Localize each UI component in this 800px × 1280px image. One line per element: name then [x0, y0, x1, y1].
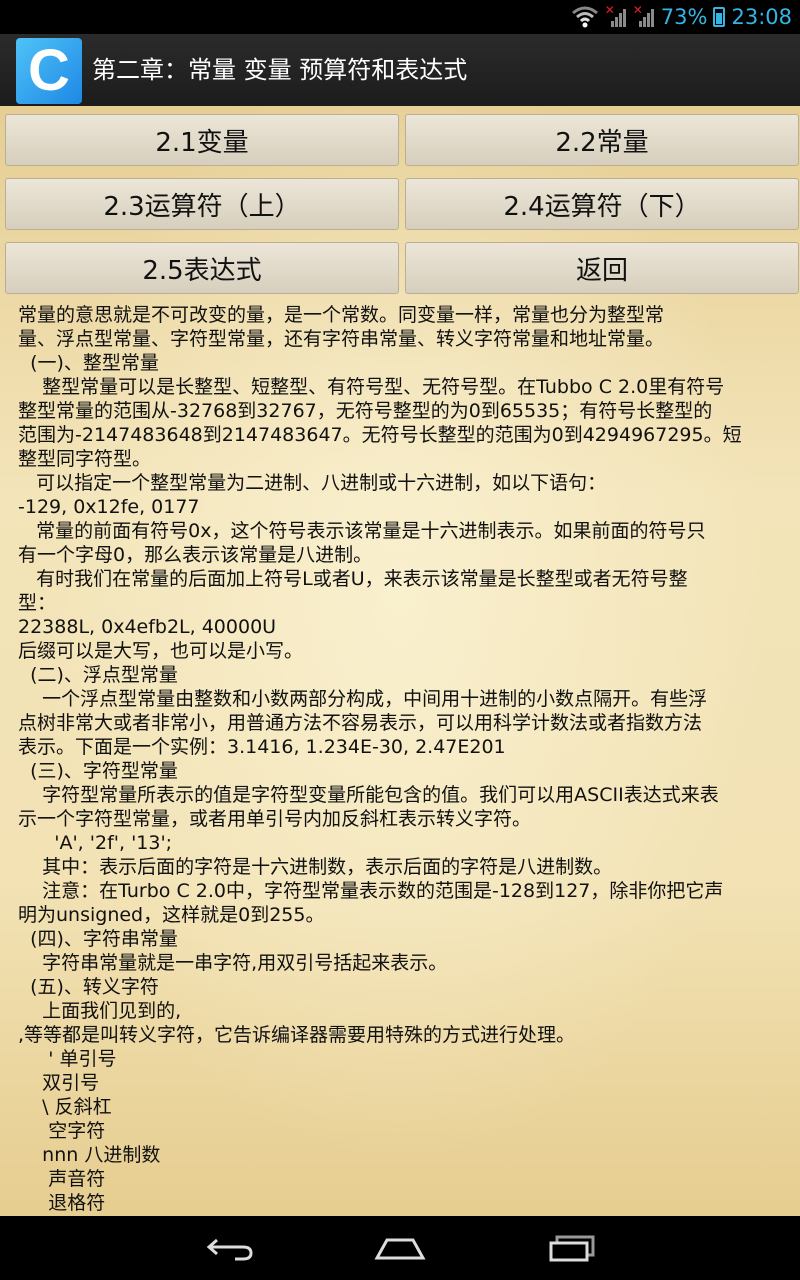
app-logo-letter: C	[28, 38, 70, 103]
battery-icon	[713, 7, 726, 27]
status-bar: ✕ ✕ 73% 23:08	[0, 0, 800, 34]
text-line: (二)、浮点型常量	[18, 664, 178, 686]
recent-apps-icon[interactable]	[547, 1234, 597, 1262]
action-bar: C 第二章：常量 变量 预算符和表达式	[0, 34, 800, 108]
text-line: 表示。下面是一个实例：3.1416, 1.234E-30, 2.47E201	[18, 736, 506, 758]
text-line: 整型同字符型。	[18, 448, 152, 470]
back-icon[interactable]	[205, 1234, 255, 1262]
text-line: 双引号	[18, 1072, 100, 1094]
text-line: nnn 八进制数	[18, 1144, 161, 1166]
signal-icon-1: ✕	[605, 3, 627, 27]
status-icons: ✕ ✕ 73% 23:08	[571, 0, 792, 34]
text-line: (四)、字符串常量	[18, 928, 178, 950]
text-line: 有时我们在常量的后面加上符号L或者U，来表示该常量是长整型或者无符号整	[18, 568, 688, 590]
text-line: 其中：表示后面的字符是十六进制数，表示后面的字符是八进制数。	[18, 856, 613, 878]
text-line: 常量的前面有符号0x，这个符号表示该常量是十六进制表示。如果前面的符号只	[18, 520, 706, 542]
text-line: (一)、整型常量	[18, 352, 159, 374]
section-2-4-button[interactable]: 2.4运算符（下）	[405, 178, 799, 230]
text-line: \ 反斜杠	[18, 1096, 112, 1118]
navigation-bar	[0, 1216, 800, 1280]
home-icon[interactable]	[373, 1234, 427, 1262]
content-area: 2.1变量 2.2常量 2.3运算符（上） 2.4运算符（下） 2.5表达式 返…	[0, 106, 800, 1216]
text-line: 一个浮点型常量由整数和小数两部分构成，中间用十进制的小数点隔开。有些浮	[18, 688, 708, 710]
text-line: 后缀可以是大写，也可以是小写。	[18, 640, 304, 662]
text-line: 量、浮点型常量、字符型常量，还有字符串常量、转义字符常量和地址常量。	[18, 328, 665, 350]
text-line: 'A', '2f', '13';	[18, 832, 173, 854]
section-2-1-button[interactable]: 2.1变量	[5, 114, 399, 166]
section-2-5-button[interactable]: 2.5表达式	[5, 242, 399, 294]
section-2-3-button[interactable]: 2.3运算符（上）	[5, 178, 399, 230]
text-line: 型：	[18, 592, 57, 614]
text-line: 空字符	[18, 1120, 106, 1142]
text-line: 点树非常大或者非常小，用普通方法不容易表示，可以用科学计数法或者指数方法	[18, 712, 703, 734]
section-2-2-button[interactable]: 2.2常量	[405, 114, 799, 166]
text-line: ,等等都是叫转义字符，它告诉编译器需要用特殊的方式进行处理。	[18, 1024, 576, 1046]
page-title: 第二章：常量 变量 预算符和表达式	[92, 56, 468, 84]
clock: 23:08	[731, 5, 792, 29]
text-line: 退格符	[18, 1192, 106, 1214]
text-line: 示一个字符型常量，或者用单引号内加反斜杠表示转义字符。	[18, 808, 532, 830]
signal-icon-2: ✕	[633, 3, 655, 27]
text-line: 范围为-2147483648到2147483647。无符号长整型的范围为0到42…	[18, 424, 742, 446]
article-text: 常量的意思就是不可改变的量，是一个常数。同变量一样，常量也分为整型常 量、浮点型…	[18, 303, 788, 1215]
text-line: -129, 0x12fe, 0177	[18, 496, 200, 518]
text-line: 上面我们见到的,	[18, 1000, 182, 1022]
text-line: ' 单引号	[18, 1048, 117, 1070]
text-line: 字符串常量就是一串字符,用双引号括起来表示。	[18, 952, 448, 974]
text-line: (三)、字符型常量	[18, 760, 178, 782]
back-button[interactable]: 返回	[405, 242, 799, 294]
text-line: 整型常量可以是长整型、短整型、有符号型、无符号型。在Tubbo C 2.0里有符…	[18, 376, 725, 398]
text-line: 可以指定一个整型常量为二进制、八进制或十六进制，如以下语句：	[18, 472, 607, 494]
text-line: 字符型常量所表示的值是字符型变量所能包含的值。我们可以用ASCII表达式来表	[18, 784, 719, 806]
text-line: 有一个字母0，那么表示该常量是八进制。	[18, 544, 373, 566]
wifi-icon	[571, 6, 598, 28]
battery-percent: 73%	[660, 5, 708, 29]
text-line: 常量的意思就是不可改变的量，是一个常数。同变量一样，常量也分为整型常	[18, 304, 665, 326]
text-line: 注意：在Turbo C 2.0中，字符型常量表示数的范围是-128到127，除非…	[18, 880, 724, 902]
text-line: 明为unsigned，这样就是0到255。	[18, 904, 325, 926]
text-line: 22388L, 0x4efb2L, 40000U	[18, 616, 277, 638]
text-line: (五)、转义字符	[18, 976, 159, 998]
text-line: 整型常量的范围从-32768到32767，无符号整型的为0到65535；有符号长…	[18, 400, 713, 422]
text-line: 声音符	[18, 1168, 106, 1190]
app-logo[interactable]: C	[16, 38, 82, 104]
